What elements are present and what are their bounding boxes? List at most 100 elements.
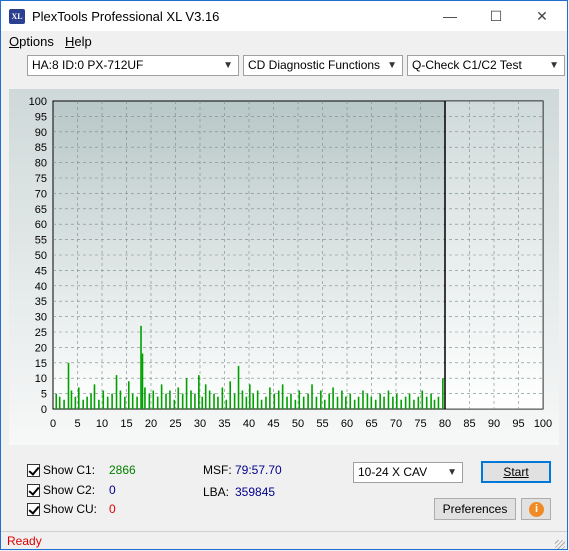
y-tick-label: 85 [35, 142, 47, 154]
x-tick-label: 5 [74, 418, 80, 430]
c1-bar [141, 353, 144, 409]
show-c1-label: Show C1: [43, 463, 96, 477]
y-tick-label: 50 [35, 250, 47, 262]
c1-bar [177, 387, 180, 409]
c1-bar [349, 393, 352, 409]
c2-count: 0 [109, 483, 116, 497]
c1-bar [281, 384, 284, 409]
y-tick-label: 25 [35, 327, 47, 339]
c1-bar [124, 396, 126, 409]
test-select[interactable]: Q-Check C1/C2 Test ▼ [407, 55, 565, 76]
c1-bar [286, 396, 288, 409]
x-tick-label: 55 [316, 418, 328, 430]
x-tick-label: 35 [218, 418, 230, 430]
y-tick-label: 80 [35, 158, 47, 170]
speed-select[interactable]: 10-24 X CAV ▼ [353, 462, 463, 483]
c1-bar [217, 396, 219, 409]
y-tick-label: 40 [35, 281, 47, 293]
c1-bar [208, 390, 211, 409]
c1-bar [140, 325, 142, 409]
c1-bar [181, 393, 184, 409]
c1-bar [421, 390, 424, 409]
c1-bar [213, 393, 215, 409]
c1-bar [290, 393, 292, 409]
chevron-down-icon: ▼ [549, 60, 559, 71]
start-button[interactable]: Start [481, 461, 551, 483]
c1-bar [241, 390, 244, 409]
menu-options[interactable]: Options [9, 34, 54, 49]
c1-bar [379, 393, 381, 409]
c1-bar [58, 396, 61, 409]
c1-bar [332, 387, 334, 409]
show-c2-label: Show C2: [43, 483, 96, 497]
c1-bar [302, 396, 305, 409]
app-window: XL PlexTools Professional XL V3.16 — ☐ ✕… [0, 0, 568, 550]
info-icon: i [529, 502, 544, 517]
drive-select-value: HA:8 ID:0 PX-712UF [32, 58, 144, 72]
c1-bar [102, 390, 105, 409]
c1-bar [341, 390, 343, 409]
c1-bar [82, 399, 84, 409]
msf-label: MSF: [203, 463, 232, 477]
y-tick-label: 5 [41, 389, 47, 401]
y-tick-label: 65 [35, 204, 47, 216]
y-tick-label: 75 [35, 173, 47, 185]
show-c2-checkbox[interactable] [27, 484, 40, 497]
drive-select[interactable]: HA:8 ID:0 PX-712UF ▼ [27, 55, 239, 76]
c1-bar [106, 396, 109, 409]
preferences-button[interactable]: Preferences [434, 498, 516, 520]
x-tick-label: 100 [534, 418, 552, 430]
c1-bar [252, 393, 255, 409]
c1-bar [229, 381, 231, 409]
test-select-value: Q-Check C1/C2 Test [412, 58, 522, 72]
app-logo-icon: XL [9, 9, 25, 24]
c1-bar [249, 384, 251, 409]
c1-bar [277, 390, 280, 409]
y-tick-label: 60 [35, 219, 47, 231]
close-icon[interactable]: ✕ [519, 1, 565, 31]
c1-bar [156, 396, 159, 409]
c1-bar [374, 399, 377, 409]
x-tick-label: 0 [50, 418, 56, 430]
c1-bar [353, 399, 356, 409]
status-bar: Ready [1, 531, 567, 549]
resize-grip-icon[interactable] [555, 540, 565, 549]
c1-bar [336, 396, 339, 409]
show-c1-checkbox[interactable] [27, 464, 40, 477]
c1-bar [185, 378, 188, 409]
y-tick-label: 15 [35, 358, 47, 370]
c1-bar [273, 393, 276, 409]
c1-bar [93, 384, 96, 409]
c1-bar [221, 387, 224, 409]
show-cu-checkbox[interactable] [27, 503, 40, 516]
x-tick-label: 95 [512, 418, 524, 430]
y-tick-label: 35 [35, 296, 47, 308]
c1-bar [152, 390, 155, 409]
c1-bar [362, 390, 364, 409]
minimize-icon[interactable]: — [427, 1, 473, 31]
c1-bar [345, 396, 347, 409]
title-bar[interactable]: XL PlexTools Professional XL V3.16 — ☐ ✕ [1, 1, 567, 31]
function-select[interactable]: CD Diagnostic Functions ▼ [243, 55, 403, 76]
c1-bar [148, 393, 151, 409]
menu-help[interactable]: Help [65, 34, 92, 49]
chevron-down-icon: ▼ [223, 60, 233, 71]
x-tick-label: 50 [292, 418, 304, 430]
c1-bar [136, 396, 138, 409]
x-tick-label: 75 [414, 418, 426, 430]
preferences-button-label: Preferences [442, 502, 508, 516]
c1-bar [430, 393, 432, 409]
info-button[interactable]: i [521, 498, 551, 520]
cu-count: 0 [109, 502, 116, 516]
c1-bar [74, 396, 77, 409]
c1-bar [173, 399, 176, 409]
x-tick-label: 40 [243, 418, 255, 430]
x-tick-label: 10 [96, 418, 108, 430]
c1-bar [90, 393, 92, 409]
c1-bar [417, 396, 420, 409]
chevron-down-icon: ▼ [387, 60, 397, 71]
maximize-icon[interactable]: ☐ [473, 1, 519, 31]
y-tick-label: 30 [35, 312, 47, 324]
c1-bar [86, 396, 88, 409]
c1-bar [165, 393, 167, 409]
